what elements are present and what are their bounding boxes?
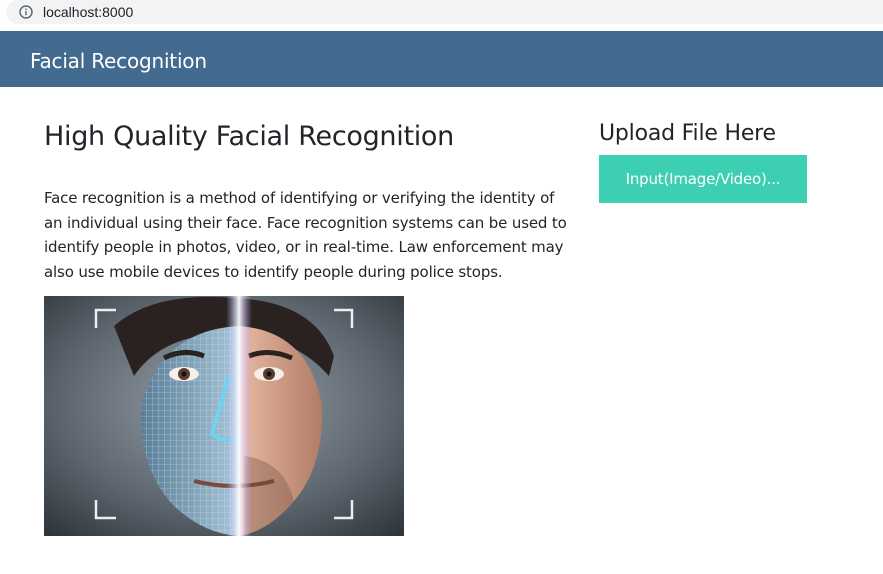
upload-title: Upload File Here (599, 121, 776, 146)
page-title: High Quality Facial Recognition (44, 121, 454, 152)
face-recognition-image (44, 296, 404, 536)
url-text[interactable]: localhost:8000 (43, 4, 133, 20)
info-icon[interactable] (19, 5, 33, 19)
browser-address-bar: localhost:8000 (0, 0, 883, 26)
url-bar[interactable] (6, 0, 883, 24)
navbar: Facial Recognition (0, 31, 883, 87)
description-paragraph: Face recognition is a method of identify… (44, 189, 567, 281)
upload-file-button[interactable]: Input(Image/Video)... (599, 155, 807, 203)
navbar-brand[interactable]: Facial Recognition (30, 49, 207, 73)
